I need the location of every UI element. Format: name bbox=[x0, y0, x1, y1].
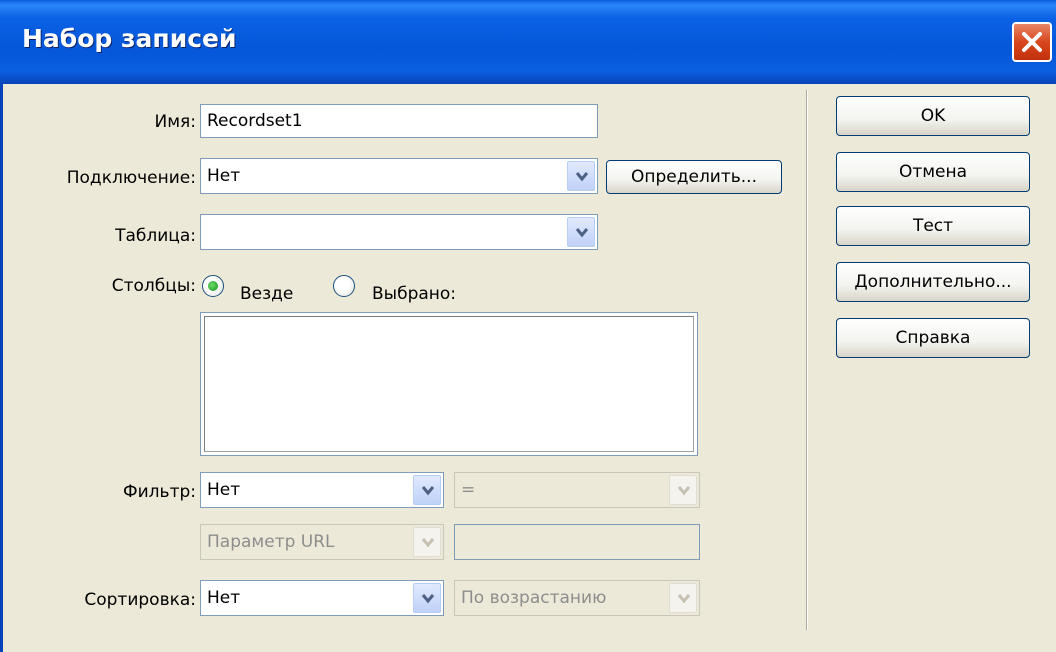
name-input-value: Recordset1 bbox=[207, 111, 303, 131]
filter-column-value: Нет bbox=[207, 480, 241, 500]
columns-all-label[interactable]: Везде bbox=[240, 284, 293, 304]
columns-selected-label[interactable]: Выбрано: bbox=[372, 284, 456, 304]
filter-param-type-select[interactable]: Параметр URL bbox=[200, 524, 444, 560]
filter-param-type-dropdown-button[interactable] bbox=[413, 527, 441, 557]
filter-column-select[interactable]: Нет bbox=[200, 472, 444, 508]
vertical-separator bbox=[806, 90, 808, 630]
columns-listbox-inner bbox=[204, 316, 694, 452]
ok-button[interactable]: OK bbox=[836, 96, 1030, 136]
filter-operator-value: = bbox=[461, 480, 476, 500]
sort-order-value: По возрастанию bbox=[461, 588, 607, 608]
sort-column-dropdown-button[interactable] bbox=[413, 583, 441, 613]
sort-order-select[interactable]: По возрастанию bbox=[454, 580, 700, 616]
filter-param-value-input[interactable] bbox=[454, 524, 700, 560]
connection-dropdown-button[interactable] bbox=[567, 161, 595, 191]
define-button[interactable]: Определить... bbox=[606, 160, 782, 194]
connection-select[interactable]: Нет bbox=[200, 158, 598, 194]
name-label: Имя: bbox=[154, 112, 197, 132]
radio-checked-indicator bbox=[208, 281, 218, 291]
sort-order-dropdown-button[interactable] bbox=[669, 583, 697, 613]
window-title: Набор записей bbox=[22, 24, 237, 53]
sort-column-value: Нет bbox=[207, 588, 241, 608]
name-input[interactable]: Recordset1 bbox=[200, 104, 598, 138]
table-select[interactable] bbox=[200, 214, 598, 250]
sort-label: Сортировка: bbox=[84, 590, 196, 610]
filter-label: Фильтр: bbox=[123, 482, 196, 502]
cancel-button[interactable]: Отмена bbox=[836, 152, 1030, 192]
columns-listbox[interactable] bbox=[200, 312, 698, 456]
filter-param-type-value: Параметр URL bbox=[207, 532, 335, 552]
filter-operator-dropdown-button[interactable] bbox=[669, 475, 697, 505]
help-button[interactable]: Справка bbox=[836, 318, 1030, 358]
sort-column-select[interactable]: Нет bbox=[200, 580, 444, 616]
columns-all-radio[interactable] bbox=[202, 275, 224, 297]
title-bar[interactable]: Набор записей bbox=[0, 0, 1056, 84]
advanced-button[interactable]: Дополнительно... bbox=[836, 262, 1030, 302]
filter-column-dropdown-button[interactable] bbox=[413, 475, 441, 505]
filter-operator-select[interactable]: = bbox=[454, 472, 700, 508]
connection-select-value: Нет bbox=[207, 166, 241, 186]
columns-selected-radio[interactable] bbox=[333, 275, 355, 297]
table-label: Таблица: bbox=[115, 226, 196, 246]
columns-label: Столбцы: bbox=[111, 276, 196, 296]
close-button[interactable] bbox=[1012, 22, 1052, 62]
table-dropdown-button[interactable] bbox=[567, 217, 595, 247]
connection-label: Подключение: bbox=[66, 168, 196, 188]
test-button[interactable]: Тест bbox=[836, 206, 1030, 246]
